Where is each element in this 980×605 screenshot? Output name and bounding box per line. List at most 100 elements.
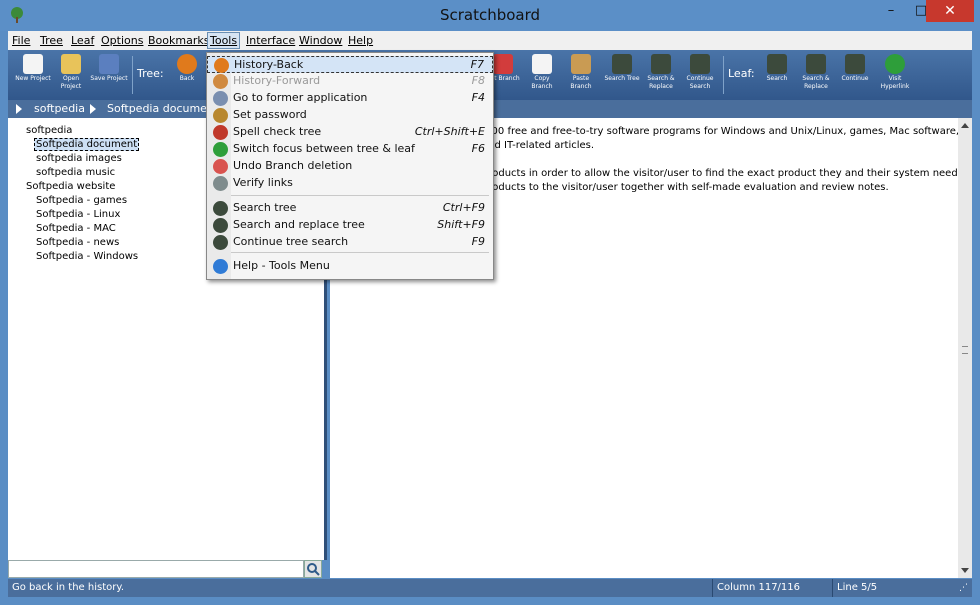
tools-menu-item[interactable]: Verify links <box>207 175 493 192</box>
tools-menu-item[interactable]: Switch focus between tree & leaf F6 <box>207 141 493 158</box>
visit-hyperlink-label: Visit Hyperlink <box>880 75 910 90</box>
tree-node[interactable]: Softpedia - Windows <box>36 251 138 262</box>
leaf-search-label: Search <box>766 75 788 82</box>
leaf-search-replace-label: Search & Replace <box>802 75 830 90</box>
copy-branch-button[interactable]: Copy Branch <box>523 52 561 98</box>
menu-separator <box>231 252 489 253</box>
spell-check-icon <box>213 125 228 140</box>
menu-item-shortcut: F7 <box>470 58 484 71</box>
eraser-icon <box>213 159 228 174</box>
visit-hyperlink-button[interactable]: Visit Hyperlink <box>876 52 914 98</box>
menu-item-label: Go to former application <box>233 91 368 104</box>
search-replace-label: Search & Replace <box>647 75 675 90</box>
breadcrumb-item[interactable]: softpedia <box>34 102 85 115</box>
history-back-icon <box>214 58 229 73</box>
menu-item-label: Verify links <box>233 176 293 189</box>
history-forward-icon <box>213 74 228 89</box>
window-title: Scratchboard <box>439 6 541 24</box>
tools-menu-item[interactable]: History-Back F7 <box>207 56 493 73</box>
content-line: ,000 free and free-to-try software progr… <box>482 126 960 137</box>
menu-interface[interactable]: Interface <box>246 34 295 47</box>
menu-options[interactable]: Options <box>101 34 143 47</box>
vertical-scrollbar[interactable] <box>958 118 972 578</box>
tree-node[interactable]: Softpedia - Linux <box>36 209 120 220</box>
binoculars-replace-icon <box>213 218 228 233</box>
menu-tree[interactable]: Tree <box>40 34 63 47</box>
scroll-up-arrow-icon[interactable] <box>961 123 969 128</box>
tree-search-button[interactable] <box>304 560 322 578</box>
former-application-icon <box>213 91 228 106</box>
continue-search-button[interactable]: Continue Search <box>681 52 719 98</box>
tree-node[interactable]: softpedia images <box>36 153 122 164</box>
leaf-toolbar-label: Leaf: <box>728 67 755 80</box>
back-icon <box>177 54 197 74</box>
save-project-label: Save Project <box>90 75 128 82</box>
close-button[interactable]: ✕ <box>926 0 974 22</box>
lock-icon <box>213 108 228 123</box>
continue-search-label: Continue Search <box>686 75 714 90</box>
search-tree-button[interactable]: Search Tree <box>603 52 641 98</box>
menu-file[interactable]: File <box>12 34 30 47</box>
tools-menu-item[interactable]: Undo Branch deletion <box>207 158 493 175</box>
tools-menu-item[interactable]: Set password <box>207 107 493 124</box>
tools-menu-item[interactable]: Search and replace tree Shift+F9 <box>207 217 493 234</box>
leaf-search-icon <box>767 54 787 74</box>
toolbar-separator <box>132 56 133 94</box>
chain-link-icon <box>213 176 228 191</box>
menu-bookmarks[interactable]: Bookmarks <box>148 34 209 47</box>
binoculars-continue-icon <box>213 235 228 250</box>
resize-grip-icon[interactable]: ⋰ <box>959 583 968 593</box>
leaf-search-replace-icon <box>806 54 826 74</box>
search-replace-button[interactable]: Search & Replace <box>642 52 680 98</box>
open-project-label: Open Project <box>60 75 82 90</box>
tree-node[interactable]: Softpedia - news <box>36 237 119 248</box>
continue-search-icon <box>690 54 710 74</box>
tree-node[interactable]: Softpedia - games <box>36 195 127 206</box>
menu-window[interactable]: Window <box>299 34 342 47</box>
tools-menu-item[interactable]: Search tree Ctrl+F9 <box>207 200 493 217</box>
tree-toolbar-label: Tree: <box>137 67 164 80</box>
content-line: products to the visitor/user together wi… <box>482 182 889 193</box>
leaf-continue-button[interactable]: Continue <box>836 52 874 98</box>
menu-item-label: Search and replace tree <box>233 218 365 231</box>
tools-menu-dropdown: History-Back F7 History-Forward F8 Go to for… <box>206 52 494 280</box>
open-project-button[interactable]: Open Project <box>52 52 90 98</box>
leaf-search-button[interactable]: Search <box>758 52 796 98</box>
cut-branch-icon <box>493 54 513 74</box>
paste-branch-button[interactable]: Paste Branch <box>562 52 600 98</box>
menu-item-label: Spell check tree <box>233 125 322 138</box>
breadcrumb-item[interactable]: Softpedia document <box>107 102 218 115</box>
new-project-button[interactable]: New Project <box>14 52 52 98</box>
tools-menu-item[interactable]: Go to former application F4 <box>207 90 493 107</box>
menu-item-shortcut: F6 <box>471 142 485 155</box>
tools-menu-item[interactable]: Continue tree search F9 <box>207 234 493 251</box>
leaf-search-replace-button[interactable]: Search & Replace <box>797 52 835 98</box>
menu-leaf[interactable]: Leaf <box>71 34 94 47</box>
tree-node[interactable]: Softpedia - MAC <box>36 223 116 234</box>
tools-menu-item[interactable]: Help - Tools Menu <box>207 258 493 275</box>
back-button[interactable]: Back <box>168 52 206 98</box>
status-column: Column 117/116 <box>712 579 832 597</box>
menu-separator <box>231 195 489 196</box>
scroll-thumb-grip[interactable] <box>962 346 968 354</box>
leaf-continue-icon <box>845 54 865 74</box>
menu-help[interactable]: Help <box>348 34 373 47</box>
tree-node[interactable]: Softpedia website <box>26 181 115 192</box>
menu-item-shortcut: Ctrl+Shift+E <box>414 125 485 138</box>
save-project-button[interactable]: Save Project <box>90 52 128 98</box>
menu-item-label: Search tree <box>233 201 297 214</box>
tree-node-selected[interactable]: Softpedia document <box>34 138 140 151</box>
tree-search-input[interactable] <box>8 560 304 578</box>
tools-menu-item[interactable]: Spell check tree Ctrl+Shift+E <box>207 124 493 141</box>
binoculars-icon <box>213 201 228 216</box>
tree-node[interactable]: softpedia music <box>36 167 115 178</box>
copy-branch-label: Copy Branch <box>531 75 553 90</box>
paste-branch-label: Paste Branch <box>570 75 592 90</box>
minimize-button[interactable]: – <box>876 0 906 22</box>
menu-tools[interactable]: Tools <box>207 32 241 49</box>
tree-node[interactable]: softpedia <box>26 125 72 136</box>
tools-menu-item: History-Forward F8 <box>207 73 493 90</box>
title-bar: Scratchboard – □ ✕ <box>0 0 980 31</box>
scroll-down-arrow-icon[interactable] <box>961 568 969 573</box>
menu-item-label: Switch focus between tree & leaf <box>233 142 415 155</box>
